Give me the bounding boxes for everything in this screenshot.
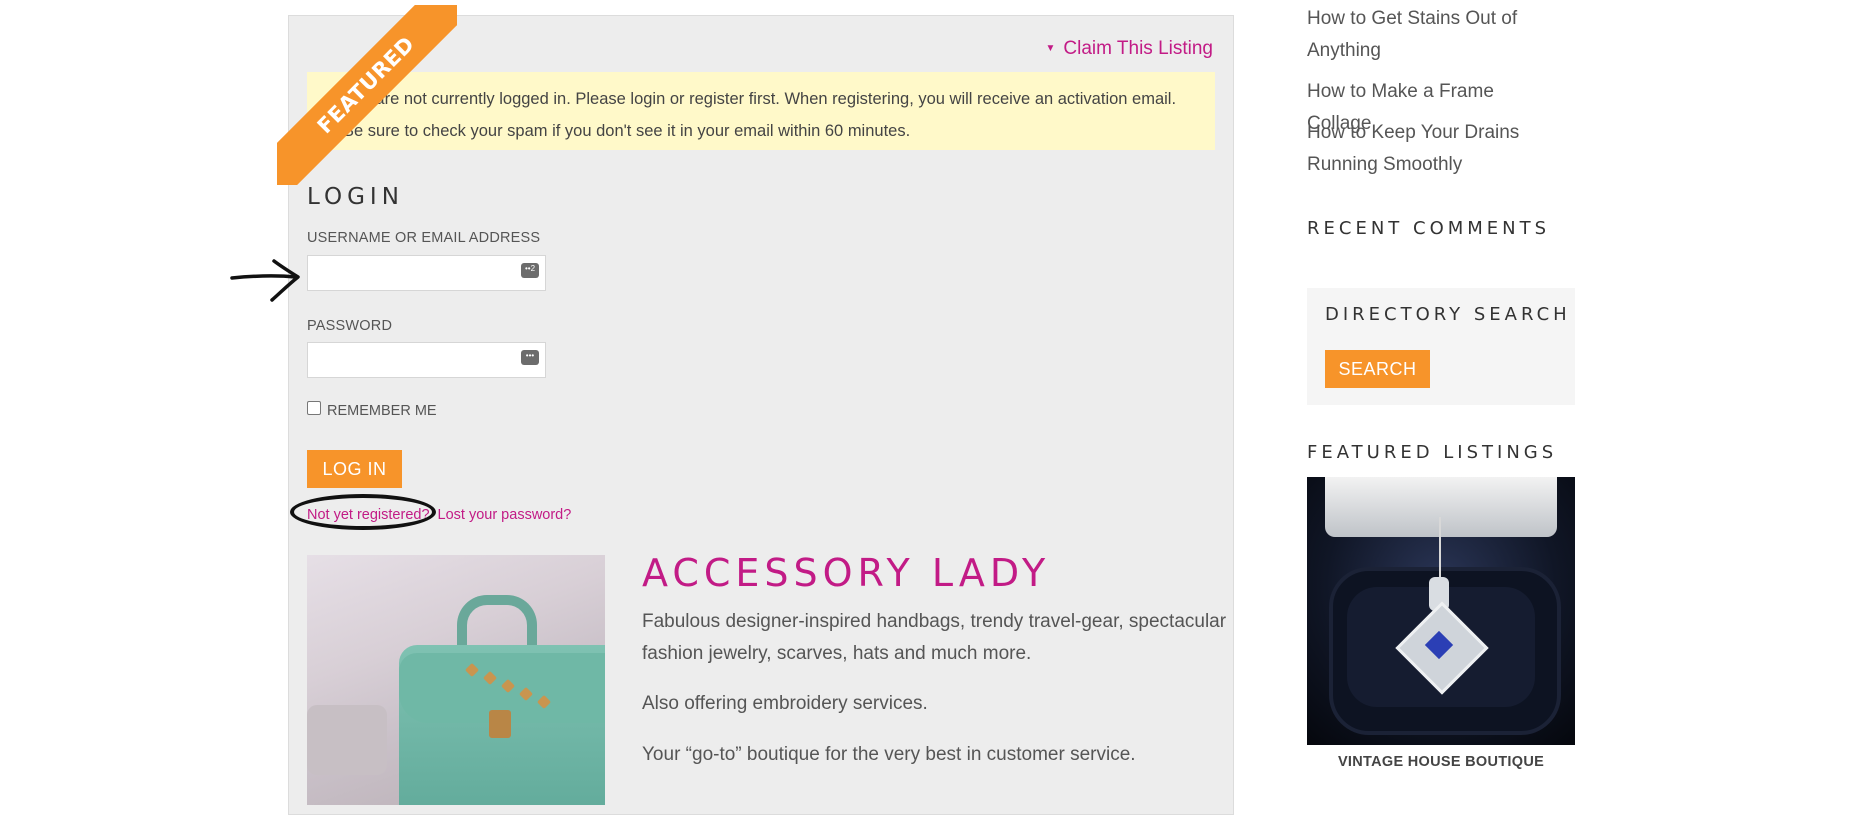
- remember-me-checkbox[interactable]: [307, 401, 321, 416]
- arrow-right-icon: [230, 259, 300, 302]
- remember-me[interactable]: REMEMBER ME: [307, 401, 437, 419]
- jewelry-box-lid-shape: [1325, 477, 1557, 537]
- featured-ribbon: FEATURED: [277, 5, 457, 185]
- featured-listing-image[interactable]: [1307, 477, 1575, 745]
- log-in-button[interactable]: LOG IN: [307, 450, 402, 488]
- username-label: USERNAME OR EMAIL ADDRESS: [307, 230, 541, 246]
- recent-comments-heading: RECENT COMMENTS: [1307, 218, 1551, 239]
- business-description: Also offering embroidery services.: [642, 693, 928, 714]
- password-dots-icon: •••: [521, 350, 539, 365]
- bag-buckle-shape: [489, 710, 511, 738]
- featured-listing-name[interactable]: VINTAGE HOUSE BOUTIQUE: [1307, 754, 1575, 770]
- business-description: Fabulous designer-inspired handbags, tre…: [642, 611, 1227, 664]
- claim-listing-label: Claim This Listing: [1063, 38, 1213, 59]
- contact-card-icon: ••2: [521, 263, 539, 278]
- background-bag-shape: [307, 705, 387, 775]
- lost-password-link[interactable]: Lost your password?: [438, 507, 572, 523]
- username-field[interactable]: ••2: [307, 255, 546, 291]
- password-label: PASSWORD: [307, 318, 393, 334]
- search-button[interactable]: SEARCH: [1325, 350, 1430, 388]
- featured-ribbon-label: FEATURED: [277, 5, 457, 185]
- claim-listing-link[interactable]: ▼ Claim This Listing: [1046, 38, 1214, 60]
- recent-post-link[interactable]: How to Keep Your Drains Running Smoothly: [1307, 117, 1547, 181]
- login-title: LOGIN: [307, 184, 404, 210]
- recent-post-link[interactable]: How to Get Stains Out of Anything: [1307, 3, 1547, 67]
- business-description: Your “go-to” boutique for the very best …: [642, 744, 1136, 765]
- remember-me-label: REMEMBER ME: [327, 403, 437, 419]
- featured-listings-heading: FEATURED LISTINGS: [1307, 442, 1558, 463]
- business-name[interactable]: ACCESSORY LADY: [642, 551, 1050, 595]
- directory-search-widget: DIRECTORY SEARCH SEARCH: [1307, 288, 1575, 405]
- password-field[interactable]: •••: [307, 342, 546, 378]
- listing-thumbnail[interactable]: [307, 555, 605, 805]
- annotation-circle: [290, 494, 436, 530]
- directory-search-heading: DIRECTORY SEARCH: [1325, 304, 1571, 325]
- triangle-down-icon: ▼: [1045, 43, 1056, 54]
